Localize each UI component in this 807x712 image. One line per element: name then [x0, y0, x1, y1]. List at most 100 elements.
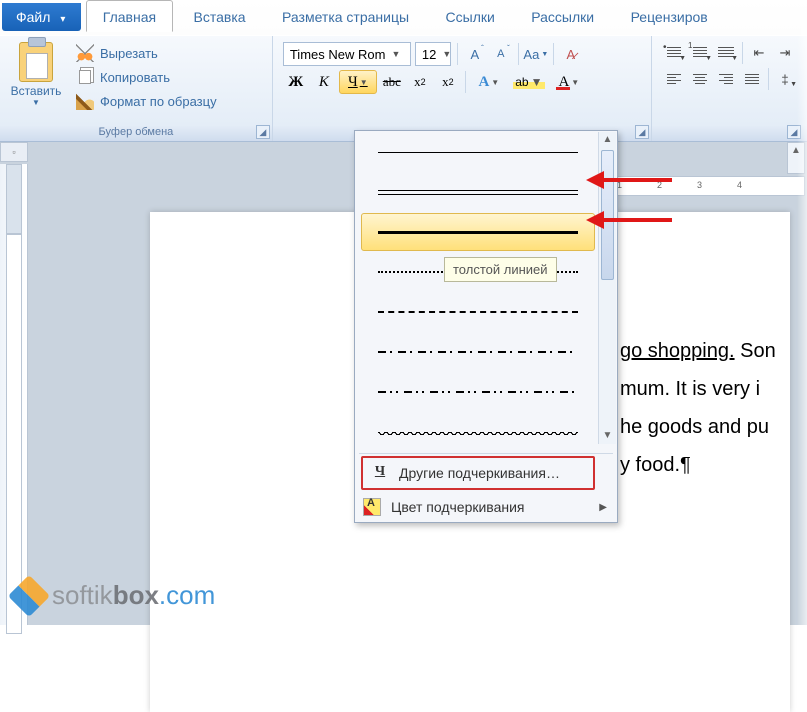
underline-color-label: Цвет подчеркивания: [391, 499, 525, 515]
superscript-button[interactable]: x2: [435, 70, 461, 94]
paragraph-dialog-launcher[interactable]: ◢: [787, 125, 801, 139]
strikethrough-button[interactable]: abc: [379, 70, 405, 94]
ruler-margin: [6, 164, 22, 234]
underline-button[interactable]: Ч▼: [339, 70, 377, 94]
grow-font-button[interactable]: Aˆ: [464, 43, 486, 65]
align-right-icon: [719, 74, 733, 84]
font-color-button[interactable]: A▼: [550, 70, 588, 94]
tab-home[interactable]: Главная: [86, 0, 173, 32]
format-painter-button[interactable]: Формат по образцу: [70, 90, 223, 112]
separator: [457, 43, 458, 65]
vertical-scrollbar[interactable]: ▲: [787, 142, 805, 174]
align-justify-button[interactable]: [740, 68, 764, 90]
caret-down-icon: ▼: [531, 75, 543, 89]
bold-button[interactable]: Ж: [283, 70, 309, 94]
tab-insert[interactable]: Вставка: [178, 1, 262, 31]
caret-down-icon: ▼: [491, 78, 499, 87]
font-size-value: 12: [422, 47, 436, 62]
underline-style-dot-dot-dash[interactable]: [361, 373, 595, 411]
clear-formatting-button[interactable]: A̷: [560, 43, 582, 65]
align-left-icon: [667, 74, 681, 84]
align-justify-icon: [745, 74, 759, 84]
separator: [742, 42, 743, 64]
cut-label: Вырезать: [100, 46, 158, 61]
italic-button[interactable]: К: [311, 70, 337, 94]
underline-style-dot-dash[interactable]: [361, 333, 595, 371]
ribbon: Вставить ▼ Вырезать Копировать Формат по…: [0, 36, 807, 142]
copy-button[interactable]: Копировать: [70, 66, 223, 88]
numbering-button[interactable]: ▼: [688, 42, 712, 64]
font-name-combo[interactable]: Times New Rom ▼: [283, 42, 411, 66]
caret-down-icon: ▼: [571, 78, 579, 87]
more-underlines-item[interactable]: Ч Другие подчеркивания…: [361, 456, 595, 490]
ruler-body: [6, 234, 22, 634]
color-bar-icon: [556, 87, 570, 90]
scroll-up-icon[interactable]: ▲: [599, 132, 616, 148]
line-thick-icon: [378, 231, 578, 234]
align-right-button[interactable]: [714, 68, 738, 90]
caret-down-icon: ▼: [679, 55, 686, 62]
ruler-toggle[interactable]: ▫: [0, 142, 28, 162]
up-arrow-icon: ˆ: [481, 44, 484, 53]
paste-button[interactable]: Вставить ▼: [4, 38, 68, 107]
submenu-arrow-icon: ▶: [599, 502, 607, 513]
tab-review[interactable]: Рецензиров: [615, 1, 724, 31]
group-font: Times New Rom ▼ 12 ▼ Aˆ Aˇ Aa▼ A̷ Ж К Ч▼: [273, 36, 652, 141]
underline-style-double[interactable]: [361, 173, 595, 211]
text-line-4: y food.¶: [620, 446, 776, 484]
ribbon-tabstrip: Файл ▾ Главная Вставка Разметка страницы…: [0, 0, 807, 36]
underline-style-dashed[interactable]: [361, 293, 595, 331]
text-line-2: mum. It is very i: [620, 370, 776, 408]
caret-down-icon: ▾: [60, 14, 65, 25]
text-effects-button[interactable]: A▼: [470, 70, 508, 94]
line-wave-icon: [378, 429, 578, 435]
underline-color-item[interactable]: Цвет подчеркивания ▶: [355, 492, 617, 522]
bullets-button[interactable]: ▼: [662, 42, 686, 64]
font-dialog-launcher[interactable]: ◢: [635, 125, 649, 139]
watermark-logo-icon: [8, 574, 50, 616]
caret-down-icon: ▼: [790, 81, 797, 88]
scissors-icon: [76, 44, 94, 62]
group-paragraph: ▼ ▼ ▼ ⇤ ⇥ ‡▼ ◢: [652, 36, 807, 141]
highlight-button[interactable]: ab▼: [510, 70, 548, 94]
paste-icon: [19, 42, 53, 82]
separator: [553, 43, 554, 65]
more-underlines-label: Другие подчеркивания…: [399, 465, 560, 481]
underline-style-thick[interactable]: [361, 213, 595, 251]
tab-page-layout[interactable]: Разметка страницы: [266, 1, 425, 31]
align-left-button[interactable]: [662, 68, 686, 90]
underline-style-single[interactable]: [361, 133, 595, 171]
watermark-b: box: [113, 580, 159, 610]
tab-references[interactable]: Ссылки: [430, 1, 511, 31]
font-size-combo[interactable]: 12 ▼: [415, 42, 451, 66]
text-line-1a: go shopping.: [620, 340, 735, 362]
scroll-down-icon[interactable]: ▼: [599, 428, 616, 444]
text-line-3: he goods and pu: [620, 408, 776, 446]
increase-indent-button[interactable]: ⇥: [773, 42, 797, 64]
subscript-button[interactable]: x2: [407, 70, 433, 94]
tab-file[interactable]: Файл ▾: [2, 3, 81, 31]
change-case-button[interactable]: Aa▼: [525, 43, 547, 65]
multilevel-list-button[interactable]: ▼: [714, 42, 738, 64]
scroll-up-icon[interactable]: ▲: [788, 143, 804, 159]
brush-icon: [76, 92, 94, 110]
align-center-icon: [693, 74, 707, 84]
vertical-ruler[interactable]: [0, 164, 28, 625]
line-dotdash-icon: [378, 351, 578, 353]
line-dashed-icon: [378, 311, 578, 313]
align-center-button[interactable]: [688, 68, 712, 90]
menu-separator: [359, 453, 613, 454]
underline-char-icon: Ч: [371, 464, 389, 482]
tab-mailings[interactable]: Рассылки: [515, 1, 610, 31]
cut-button[interactable]: Вырезать: [70, 42, 223, 64]
tab-file-label: Файл: [16, 9, 50, 25]
text-line-1b: Son: [735, 340, 776, 362]
watermark: softikbox.com: [14, 580, 215, 611]
copy-label: Копировать: [100, 70, 170, 85]
line-spacing-button[interactable]: ‡▼: [773, 68, 797, 90]
decrease-indent-button[interactable]: ⇤: [747, 42, 771, 64]
tooltip: толстой линией: [444, 257, 557, 282]
shrink-font-button[interactable]: Aˇ: [490, 43, 512, 65]
clipboard-dialog-launcher[interactable]: ◢: [256, 125, 270, 139]
underline-style-wave[interactable]: [361, 413, 595, 451]
